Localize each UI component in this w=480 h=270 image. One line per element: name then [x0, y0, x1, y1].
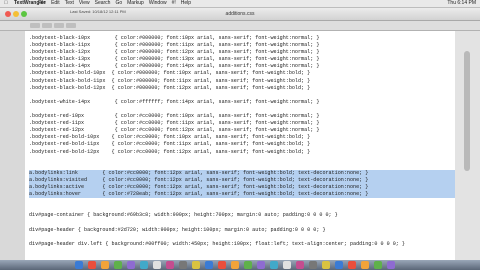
app-icon[interactable]	[205, 261, 213, 269]
code-line[interactable]: .bodytext-red-11px { color:#cc0000; font…	[29, 120, 455, 127]
menu-7[interactable]: Window	[149, 0, 167, 6]
app-icon[interactable]	[348, 261, 356, 269]
code-line[interactable]: .bodytext-black-bold-11px { color:#00000…	[29, 78, 455, 85]
code-editor[interactable]: .bodytext-black-10px { color:#000000; fo…	[25, 31, 455, 260]
left-gutter	[0, 31, 25, 260]
vertical-scrollbar[interactable]	[455, 31, 480, 260]
menu-5[interactable]: Go	[115, 0, 122, 6]
code-line[interactable]	[29, 234, 455, 241]
code-line[interactable]: .bodytext-red-bold-10px { color:#cc0000;…	[29, 134, 455, 141]
app-icon[interactable]	[361, 261, 369, 269]
code-line[interactable]	[29, 219, 455, 226]
app-icon[interactable]	[296, 261, 304, 269]
app-icon[interactable]	[335, 261, 343, 269]
code-line[interactable]: a.bodylinks:visited { color:#cc0000; fon…	[29, 176, 455, 184]
code-line[interactable]: a.bodylinks:link { color:#cc0000; font:1…	[29, 169, 455, 177]
app-icon[interactable]	[166, 261, 174, 269]
toolbar	[0, 21, 480, 31]
app-icon[interactable]	[179, 261, 187, 269]
toolbar-button[interactable]	[54, 23, 64, 28]
app-icon[interactable]	[283, 261, 291, 269]
dock	[0, 260, 480, 270]
menu-9[interactable]: Help	[181, 0, 191, 6]
code-line[interactable]: .bodytext-black-bold-12px { color:#00000…	[29, 85, 455, 92]
menu-8[interactable]: #!	[172, 0, 176, 6]
app-icon[interactable]	[140, 261, 148, 269]
app-icon[interactable]	[88, 261, 96, 269]
code-line[interactable]	[29, 163, 455, 170]
close-button[interactable]	[5, 11, 11, 17]
code-line[interactable]	[29, 92, 455, 99]
code-line[interactable]: .bodytext-black-12px { color:#000000; fo…	[29, 49, 455, 56]
app-icon[interactable]	[309, 261, 317, 269]
app-icon[interactable]	[192, 261, 200, 269]
code-line[interactable]	[29, 205, 455, 212]
code-line[interactable]: .bodytext-red-bold-12px { color:#cc0000;…	[29, 149, 455, 156]
menubar:  TextWrangler FileEditTextViewSearchGoM…	[0, 0, 480, 8]
menu-6[interactable]: Markup	[127, 0, 144, 6]
menu-items: File Edit Text View Search Go Markup Window #! He…	[38, 0, 196, 7]
code-line[interactable]: .bodytext-red-12px { color:#cc0000; font…	[29, 127, 455, 134]
code-line[interactable]: div#page-header div.left { background:#0…	[29, 241, 455, 248]
code-text[interactable]: .bodytext-black-10px { color:#000000; fo…	[25, 31, 455, 248]
code-line[interactable]: .bodytext-red-bold-11px { color:#cc0000;…	[29, 141, 455, 148]
code-line[interactable]	[29, 106, 455, 113]
scroll-thumb[interactable]	[464, 51, 470, 171]
app-icon[interactable]	[244, 261, 252, 269]
zoom-button[interactable]	[21, 11, 27, 17]
code-line[interactable]: .bodytext-black-bold-10px { color:#00000…	[29, 70, 455, 77]
app-icon[interactable]	[153, 261, 161, 269]
window-titlebar: Last Saved: 10/18/12 12:11 PM additions.…	[0, 8, 480, 21]
app-icon[interactable]	[374, 261, 382, 269]
app-icon[interactable]	[114, 261, 122, 269]
app-icon[interactable]	[322, 261, 330, 269]
apple-menu-icon[interactable]: 	[4, 0, 8, 7]
app-icon[interactable]	[127, 261, 135, 269]
code-line[interactable]: .bodytext-black-10px { color:#000000; fo…	[29, 35, 455, 42]
menu-2[interactable]: Text	[65, 0, 74, 6]
menu-1[interactable]: Edit	[51, 0, 60, 6]
clock[interactable]: Thu 6:14 PM	[447, 0, 476, 7]
code-line[interactable]	[29, 156, 455, 163]
save-status: Last Saved: 10/18/12 12:11 PM	[70, 9, 126, 14]
menu-4[interactable]: Search	[95, 0, 111, 6]
code-line[interactable]	[29, 198, 455, 205]
code-line[interactable]: a.bodylinks:hover { color:#728eab; font:…	[29, 191, 455, 199]
menu-0[interactable]: File	[38, 0, 46, 6]
finder-icon[interactable]	[75, 261, 83, 269]
code-line[interactable]: div#page-header { background:#2d720; wid…	[29, 227, 455, 234]
toolbar-button[interactable]	[30, 23, 40, 28]
toolbar-button[interactable]	[66, 23, 76, 28]
code-line[interactable]: a.bodylinks:active { color:#cc0000; font…	[29, 183, 455, 192]
minimize-button[interactable]	[13, 11, 19, 17]
code-line[interactable]: .bodytext-black-13px { color:#000000; fo…	[29, 56, 455, 63]
code-line[interactable]: .bodytext-black-11px { color:#000000; fo…	[29, 42, 455, 49]
app-icon[interactable]	[218, 261, 226, 269]
code-line[interactable]: .bodytext-white-14px { color:#ffffff; fo…	[29, 99, 455, 106]
menu-3[interactable]: View	[79, 0, 90, 6]
trash-icon[interactable]	[387, 261, 395, 269]
app-icon[interactable]	[101, 261, 109, 269]
code-line[interactable]: .bodytext-black-14px { color:#000000; fo…	[29, 63, 455, 70]
window-title: additions.css	[225, 11, 255, 17]
app-icon[interactable]	[257, 261, 265, 269]
app-icon[interactable]	[270, 261, 278, 269]
code-line[interactable]: .bodytext-red-10px { color:#cc0000; font…	[29, 113, 455, 120]
app-icon[interactable]	[231, 261, 239, 269]
toolbar-button[interactable]	[42, 23, 52, 28]
code-line[interactable]: div#page-container { background:#69b3c8;…	[29, 212, 455, 219]
